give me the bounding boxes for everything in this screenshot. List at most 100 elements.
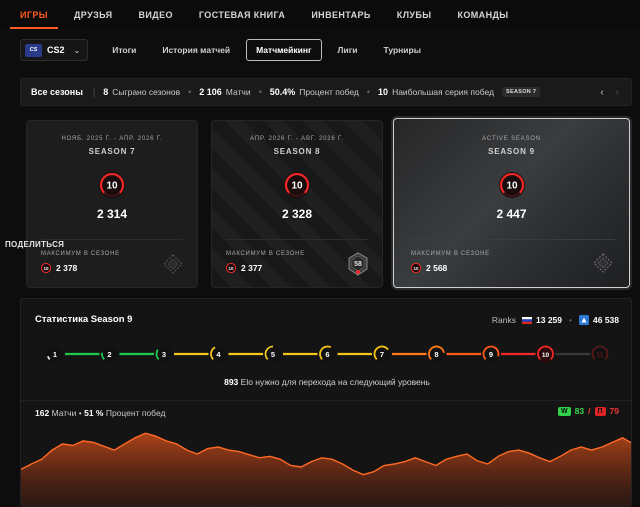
streak-label: Наибольшая серия побед — [392, 87, 495, 97]
badge-58-icon: 58 — [348, 252, 368, 276]
season-elo: 2 447 — [496, 207, 527, 221]
level-progress: 1 2 3 4 5 6 7 8 9 10 11 — [46, 345, 609, 363]
elo-area — [21, 433, 631, 506]
game-select[interactable]: CS CS2 ⌄ — [20, 39, 89, 61]
top-nav: ИГРЫ ДРУЗЬЯ ВИДЕО ГОСТЕВАЯ КНИГА ИНВЕНТА… — [0, 0, 640, 29]
region-rank: 46 538 — [593, 315, 619, 325]
sub-nav: CS CS2 ⌄ Итоги История матчей Матчмейкин… — [0, 29, 640, 71]
season-matches-value: 162 — [35, 408, 50, 418]
win-loss: W 83 / П 79 — [558, 406, 619, 416]
level-7-icon: 7 — [373, 345, 391, 363]
season-elo: 2 314 — [96, 207, 128, 221]
season-max-label: МАКСИМУМ В СЕЗОНЕ — [226, 251, 305, 257]
svg-text:5: 5 — [271, 350, 275, 359]
svg-text:7: 7 — [380, 350, 384, 359]
empty-diamond-icon — [163, 254, 183, 274]
level-10-icon: 10 — [537, 345, 554, 363]
elo-needed-value: 893 — [224, 377, 239, 387]
level-5-icon: 5 — [264, 345, 282, 363]
ranks-label: Ranks — [491, 315, 517, 325]
tab-overview[interactable]: Итоги — [102, 39, 146, 61]
winrate-label: Процент побед — [299, 87, 359, 97]
prev-arrow-icon[interactable]: ‹ — [600, 87, 603, 98]
svg-text:2: 2 — [107, 350, 111, 359]
nav-games[interactable]: ИГРЫ — [10, 0, 58, 29]
level-10-icon: 10 — [99, 172, 125, 198]
season-card-8[interactable]: АПР. 2026 Г. - АВГ. 2026 Г. SEASON 8 10 … — [211, 120, 383, 288]
seasons-played-label: Сыграно сезонов — [112, 87, 181, 97]
level-10-mini-icon: 10 — [411, 263, 421, 273]
nav-friends[interactable]: ДРУЗЬЯ — [74, 0, 113, 29]
nav-inventory[interactable]: ИНВЕНТАРЬ — [311, 0, 370, 29]
stats-panel: Статистика Season 9 Ranks 13 259 • 46 53… — [20, 298, 632, 507]
empty-diamond-icon — [593, 253, 613, 273]
season-max-elo: 2 378 — [56, 263, 78, 273]
stats-title: Статистика Season 9 — [35, 314, 133, 325]
svg-text:9: 9 — [489, 350, 493, 359]
cs2-logo-icon: CS — [25, 43, 42, 57]
seasons-played-value: 8 — [103, 87, 109, 97]
svg-text:10: 10 — [413, 266, 419, 271]
matches-label: Матчи — [225, 87, 251, 97]
nav-clubs[interactable]: КЛУБЫ — [397, 0, 432, 29]
svg-text:10: 10 — [43, 266, 49, 271]
level-10-mini-icon: 10 — [41, 263, 51, 273]
svg-text:6: 6 — [325, 350, 329, 359]
svg-text:10: 10 — [506, 181, 518, 192]
summary-title: Все сезоны — [31, 87, 83, 97]
season-card-7[interactable]: НОЯБ. 2025 Г. - АПР. 2026 Г. SEASON 7 10… — [26, 120, 198, 288]
nav-video[interactable]: ВИДЕО — [139, 0, 173, 29]
level-4-icon: 4 — [210, 345, 227, 363]
season-name: SEASON 7 — [88, 147, 136, 156]
share-button[interactable]: ПОДЕЛИТЬСЯ — [5, 240, 64, 249]
level-3-icon: 3 — [155, 345, 173, 363]
level-10-icon: 10 — [498, 172, 525, 198]
russia-flag-icon — [522, 316, 533, 324]
season-winrate-value: 51 % — [84, 408, 104, 418]
svg-text:8: 8 — [434, 350, 438, 359]
svg-text:11: 11 — [597, 352, 604, 359]
divider: | — [92, 87, 96, 97]
level-2-icon: 2 — [101, 345, 118, 363]
game-name: CS2 — [47, 45, 65, 55]
tab-tournaments[interactable]: Турниры — [374, 39, 432, 61]
matches-value: 2 106 — [199, 87, 222, 97]
chevron-down-icon: ⌄ — [73, 45, 81, 55]
season-winrate-label: Процент побед — [105, 408, 166, 418]
level-10-icon: 10 — [284, 172, 310, 198]
ranks: Ranks 13 259 • 46 538 — [491, 315, 619, 325]
season-max-label: МАКСИМУМ В СЕЗОНЕ — [41, 251, 120, 257]
svg-text:10: 10 — [542, 352, 550, 359]
svg-text:10: 10 — [228, 266, 234, 271]
svg-text:1: 1 — [53, 350, 57, 359]
season-max-label: МАКСИМУМ В СЕЗОНЕ — [411, 251, 490, 257]
season-max-elo: 2 568 — [426, 263, 448, 273]
level-11-icon: 11 — [591, 345, 609, 363]
elo-needed-label: Elo нужно для перехода на следующий уров… — [240, 377, 430, 387]
streak-value: 10 — [378, 87, 389, 97]
elo-history-chart — [21, 432, 631, 506]
nav-guestbook[interactable]: ГОСТЕВАЯ КНИГА — [199, 0, 285, 29]
season-range: ACTIVE SEASON — [482, 136, 541, 142]
country-rank: 13 259 — [536, 315, 563, 325]
svg-text:58: 58 — [354, 261, 362, 268]
region-rank-icon — [579, 315, 589, 325]
season-matches-label: Матчи — [51, 408, 77, 418]
tab-leagues[interactable]: Лиги — [328, 39, 368, 61]
season-name: SEASON 9 — [488, 147, 535, 156]
svg-text:10: 10 — [106, 181, 118, 192]
streak-season-badge: SEASON 7 — [502, 87, 541, 97]
tab-match-history[interactable]: История матчей — [152, 39, 240, 61]
nav-teams[interactable]: КОМАНДЫ — [457, 0, 508, 29]
seasons-summary: Все сезоны | 8 Сыграно сезонов • 2 106 М… — [20, 78, 632, 106]
losses-value: 79 — [609, 406, 619, 416]
tab-matchmaking[interactable]: Матчмейкинг — [246, 39, 322, 61]
season-name: SEASON 8 — [273, 147, 321, 156]
svg-text:10: 10 — [291, 181, 303, 192]
next-arrow-icon[interactable]: › — [616, 87, 619, 98]
level-10-mini-icon: 10 — [226, 263, 236, 273]
season-card-9[interactable]: ACTIVE SEASON SEASON 9 10 2 447 МАКСИМУМ… — [393, 118, 630, 288]
winrate-value: 50.4% — [269, 87, 296, 97]
svg-text:3: 3 — [162, 350, 166, 359]
season-range: НОЯБ. 2025 Г. - АПР. 2026 Г. — [61, 136, 163, 142]
